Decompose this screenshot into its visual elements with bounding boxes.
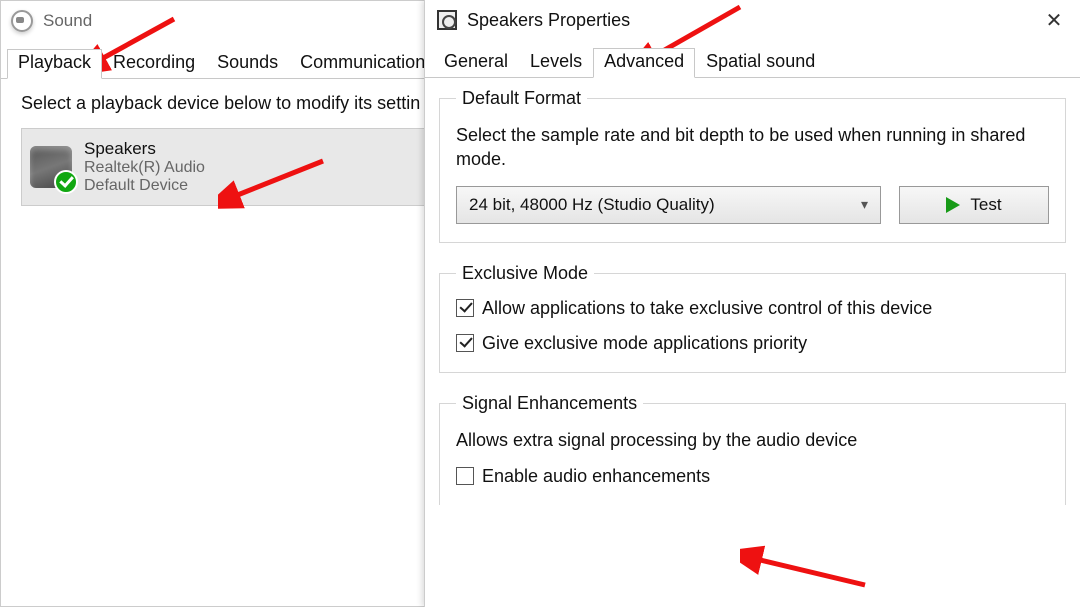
properties-title: Speakers Properties [467,10,630,31]
enable-enhancements-checkbox[interactable] [456,467,474,485]
default-format-legend: Default Format [456,88,587,109]
tab-spatial-sound[interactable]: Spatial sound [695,48,826,78]
tab-general[interactable]: General [433,48,519,78]
device-labels: Speakers Realtek(R) Audio Default Device [84,139,205,195]
allow-exclusive-checkbox[interactable] [456,299,474,317]
test-button[interactable]: Test [899,186,1049,224]
sound-dialog-title: Sound [43,11,92,31]
exclusive-mode-legend: Exclusive Mode [456,263,594,284]
tab-communications[interactable]: Communications [289,49,445,79]
device-icon-wrap [30,146,72,188]
default-check-icon [54,170,78,194]
device-name: Speakers [84,139,205,159]
enable-enhancements-label: Enable audio enhancements [482,466,710,487]
properties-tabs: General Levels Advanced Spatial sound [425,48,1080,78]
speaker-icon [11,10,33,32]
tab-levels[interactable]: Levels [519,48,593,78]
tab-sounds[interactable]: Sounds [206,49,289,79]
allow-exclusive-row[interactable]: Allow applications to take exclusive con… [456,298,1049,319]
signal-enhancements-legend: Signal Enhancements [456,393,643,414]
signal-enhancements-description: Allows extra signal processing by the au… [456,428,1049,452]
default-format-description: Select the sample rate and bit depth to … [456,123,1049,172]
device-status: Default Device [84,177,205,195]
speakers-properties-dialog: Speakers Properties ✕ General Levels Adv… [424,0,1080,607]
group-default-format: Default Format Select the sample rate an… [439,88,1066,243]
group-exclusive-mode: Exclusive Mode Allow applications to tak… [439,263,1066,373]
tab-recording[interactable]: Recording [102,49,206,79]
default-format-select[interactable]: 24 bit, 48000 Hz (Studio Quality) ▾ [456,186,881,224]
enable-enhancements-row[interactable]: Enable audio enhancements [456,466,1049,487]
allow-exclusive-label: Allow applications to take exclusive con… [482,298,932,319]
properties-body: Default Format Select the sample rate an… [425,77,1080,505]
properties-icon [437,10,457,30]
group-signal-enhancements: Signal Enhancements Allows extra signal … [439,393,1066,505]
properties-titlebar: Speakers Properties ✕ [425,0,1080,40]
tab-playback[interactable]: Playback [7,49,102,79]
device-driver: Realtek(R) Audio [84,159,205,177]
play-icon [946,197,960,213]
give-priority-checkbox[interactable] [456,334,474,352]
give-priority-label: Give exclusive mode applications priorit… [482,333,807,354]
default-format-value: 24 bit, 48000 Hz (Studio Quality) [469,195,715,215]
close-button[interactable]: ✕ [1044,8,1064,33]
chevron-down-icon: ▾ [861,196,868,213]
test-button-label: Test [970,195,1001,215]
tab-advanced[interactable]: Advanced [593,48,695,78]
give-priority-row[interactable]: Give exclusive mode applications priorit… [456,333,1049,354]
